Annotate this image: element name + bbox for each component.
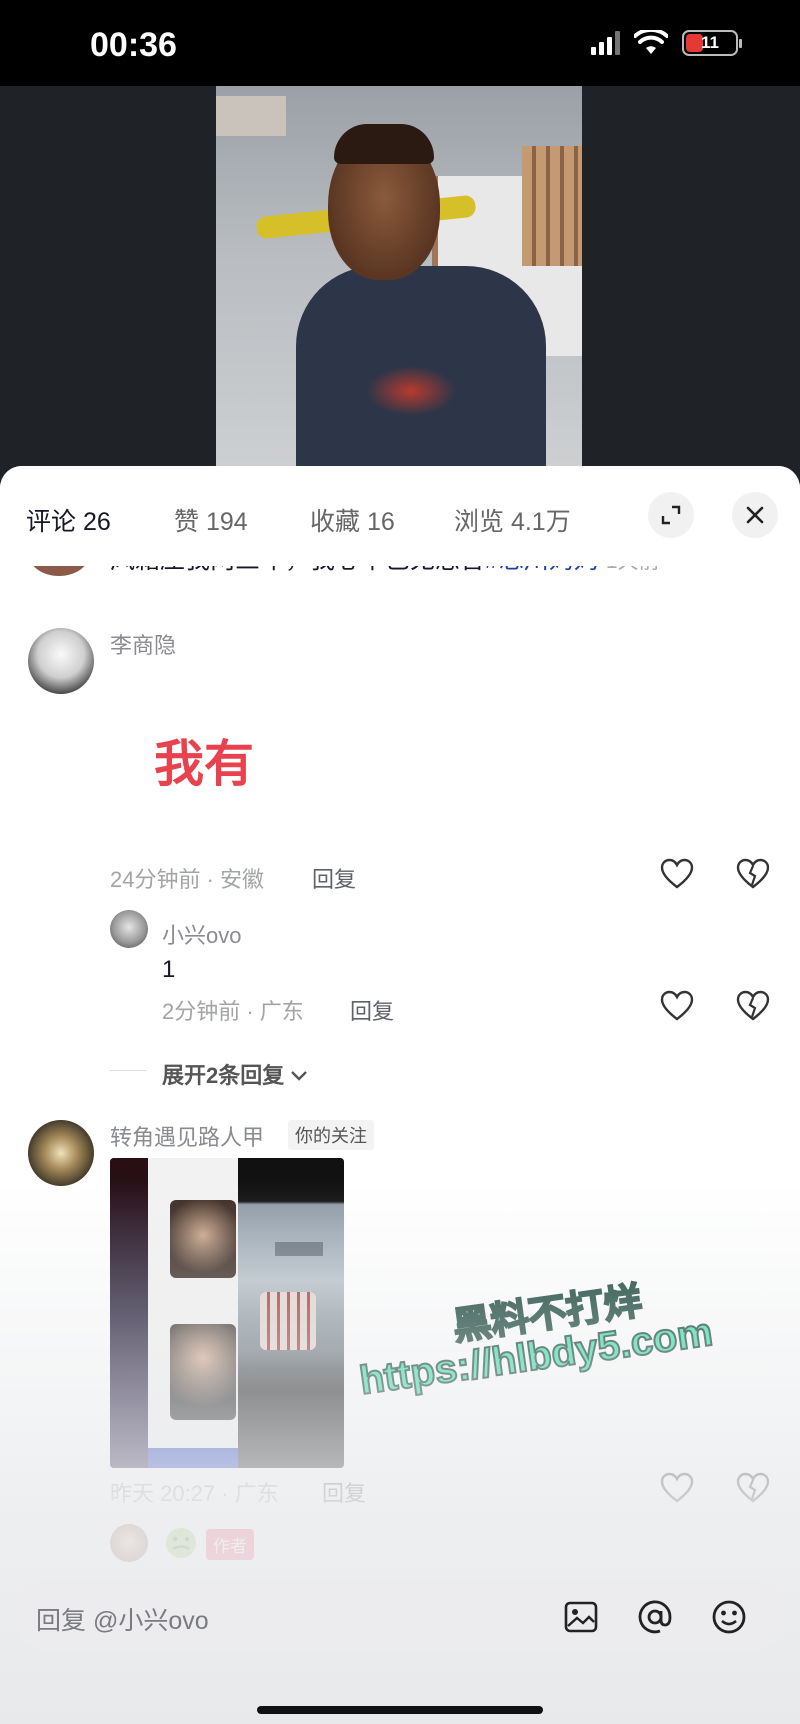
tab-views[interactable]: 浏览 4.1万 (454, 502, 571, 538)
heart-icon[interactable] (660, 990, 694, 1022)
expand-replies-label: 展开2条回复 (162, 1063, 285, 1088)
chevron-down-icon (291, 1071, 308, 1081)
following-badge: 你的关注 (288, 1120, 374, 1150)
avatar[interactable] (110, 1524, 148, 1562)
dislike-icon[interactable] (736, 858, 770, 890)
video-frame (216, 86, 582, 486)
expand-button[interactable] (648, 492, 694, 538)
avatar[interactable] (28, 628, 94, 694)
tabs-bar: 评论 26 赞 194 收藏 16 浏览 4.1万 (0, 466, 800, 566)
reply-button[interactable]: 回复 (322, 1476, 366, 1508)
sick-emoji-icon (166, 1528, 196, 1558)
heart-icon[interactable] (660, 1472, 694, 1504)
battery-icon: 11 (682, 30, 742, 56)
reply-input-placeholder: 回复 @小兴ovo (36, 1607, 209, 1635)
reply-text: 1 (162, 956, 176, 983)
reply-input[interactable]: 回复 @小兴ovo (14, 1580, 786, 1652)
image-icon[interactable] (562, 1598, 600, 1636)
wifi-icon (634, 30, 668, 54)
mention-icon[interactable] (636, 1598, 674, 1636)
video-player[interactable] (0, 86, 800, 486)
tab-favorites[interactable]: 收藏 16 (310, 502, 395, 538)
comment-image[interactable] (110, 1158, 344, 1468)
dislike-icon[interactable] (736, 990, 770, 1022)
comment-time: 24分钟前 · 安徽 (110, 867, 265, 892)
status-time: 00:36 (90, 26, 177, 64)
comment-username[interactable]: 李商隐 (110, 628, 176, 660)
comment-time: 昨天 20:27 · 广东 (110, 1481, 279, 1506)
avatar[interactable] (28, 1120, 94, 1186)
status-icons: 11 (591, 30, 742, 56)
comment-text: 我有 (154, 736, 254, 792)
author-badge: 作者 (206, 1529, 254, 1560)
comment-sheet: 评论 26 赞 194 收藏 16 浏览 4.1万 风霜压我两三年，我心早已无怨… (0, 466, 800, 1724)
divider (110, 1070, 146, 1071)
reply-button[interactable]: 回复 (312, 862, 356, 894)
comment-username[interactable]: 转角遇见路人甲 (110, 1120, 264, 1152)
emoji-icon[interactable] (710, 1598, 748, 1636)
tab-likes[interactable]: 赞 194 (174, 502, 248, 538)
expand-icon (661, 505, 681, 525)
reply-button[interactable]: 回复 (350, 994, 394, 1026)
expand-replies-button[interactable]: 展开2条回复 (162, 1058, 308, 1090)
home-indicator[interactable] (257, 1706, 543, 1714)
close-icon (746, 506, 764, 524)
heart-icon[interactable] (660, 858, 694, 890)
status-bar: 00:36 11 (0, 0, 800, 86)
close-button[interactable] (732, 492, 778, 538)
reply-username[interactable]: 小兴ovo (162, 918, 241, 950)
signal-icon (591, 31, 620, 55)
tab-comments[interactable]: 评论 26 (26, 502, 111, 538)
dislike-icon[interactable] (736, 1472, 770, 1504)
battery-level: 11 (701, 33, 719, 52)
reply-time: 2分钟前 · 广东 (162, 999, 304, 1024)
avatar[interactable] (110, 910, 148, 948)
